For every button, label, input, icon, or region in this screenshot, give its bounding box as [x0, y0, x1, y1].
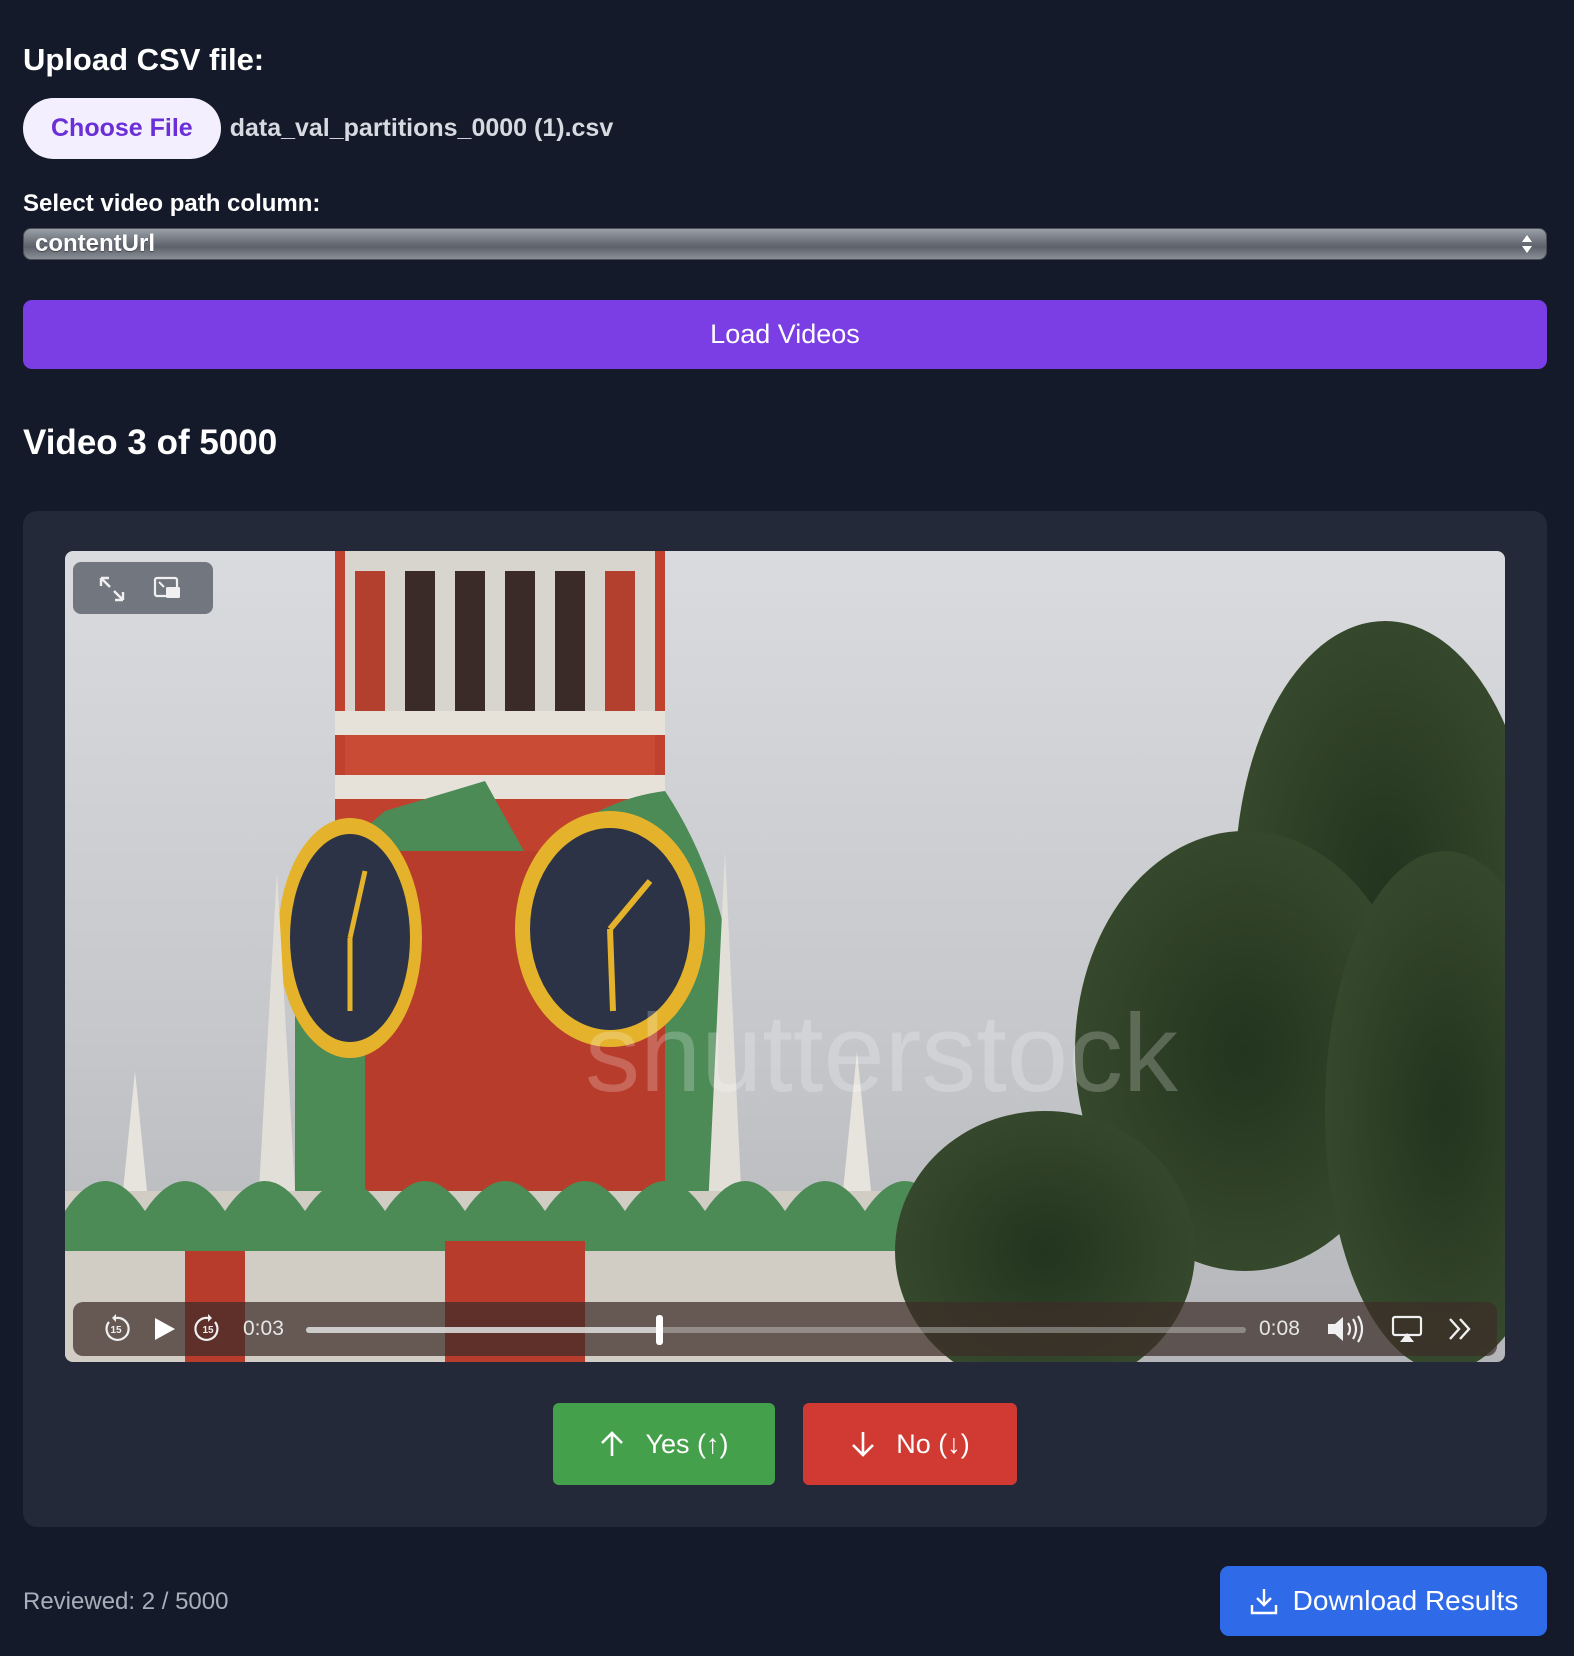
vote-yes-button[interactable]: Yes (↑): [553, 1403, 775, 1485]
selected-file-name: data_val_partitions_0000 (1).csv: [229, 114, 614, 142]
arrow-up-icon: [599, 1430, 625, 1458]
playback-controls-bar: 15 15 0:03 0:08: [73, 1302, 1497, 1356]
fullscreen-icon[interactable]: [97, 574, 127, 604]
duration-time: 0:08: [1259, 1317, 1300, 1340]
video-player[interactable]: shutterstock 15 15 0:03 0:08: [65, 551, 1505, 1362]
watermark-text: shutterstock: [585, 992, 1179, 1115]
seek-bar-thumb[interactable]: [655, 1315, 663, 1345]
reviewed-count: Reviewed: 2 / 5000: [23, 1588, 229, 1615]
airplay-icon[interactable]: [1391, 1314, 1423, 1344]
seek-bar[interactable]: [306, 1315, 1246, 1345]
skip-back-seconds: 15: [110, 1325, 122, 1336]
choose-file-button[interactable]: Choose File: [23, 98, 221, 159]
skip-back-15-icon[interactable]: 15: [101, 1314, 131, 1344]
arrow-down-icon: [850, 1430, 876, 1458]
load-videos-button[interactable]: Load Videos: [23, 300, 1547, 369]
file-input-row: Choose File data_val_partitions_0000 (1)…: [23, 98, 613, 159]
current-time: 0:03: [243, 1317, 284, 1340]
vote-yes-label: Yes (↑): [645, 1428, 729, 1459]
download-icon: [1249, 1586, 1279, 1616]
volume-icon[interactable]: [1325, 1312, 1367, 1346]
play-icon[interactable]: [149, 1314, 179, 1344]
select-arrows-icon: [1522, 235, 1532, 253]
video-column-selected-value: contentUrl: [35, 230, 155, 257]
seek-bar-progress: [306, 1327, 659, 1333]
download-results-label: Download Results: [1292, 1585, 1519, 1616]
more-chevrons-icon[interactable]: [1445, 1314, 1475, 1344]
download-results-button[interactable]: Download Results: [1220, 1566, 1547, 1636]
video-counter-title: Video 3 of 5000: [23, 423, 278, 462]
picture-in-picture-icon[interactable]: [153, 574, 183, 604]
skip-forward-15-icon[interactable]: 15: [193, 1314, 223, 1344]
vote-no-label: No (↓): [896, 1428, 970, 1459]
upload-csv-label: Upload CSV file:: [23, 42, 265, 77]
video-frame: shutterstock: [65, 551, 1505, 1362]
video-column-select[interactable]: contentUrl: [23, 228, 1547, 260]
skip-forward-seconds: 15: [202, 1325, 214, 1336]
top-overlay-controls: [73, 562, 213, 614]
vote-no-button[interactable]: No (↓): [803, 1403, 1017, 1485]
video-review-panel: shutterstock 15 15 0:03 0:08 Yes (↑) No …: [23, 511, 1547, 1527]
video-column-label: Select video path column:: [23, 190, 321, 217]
